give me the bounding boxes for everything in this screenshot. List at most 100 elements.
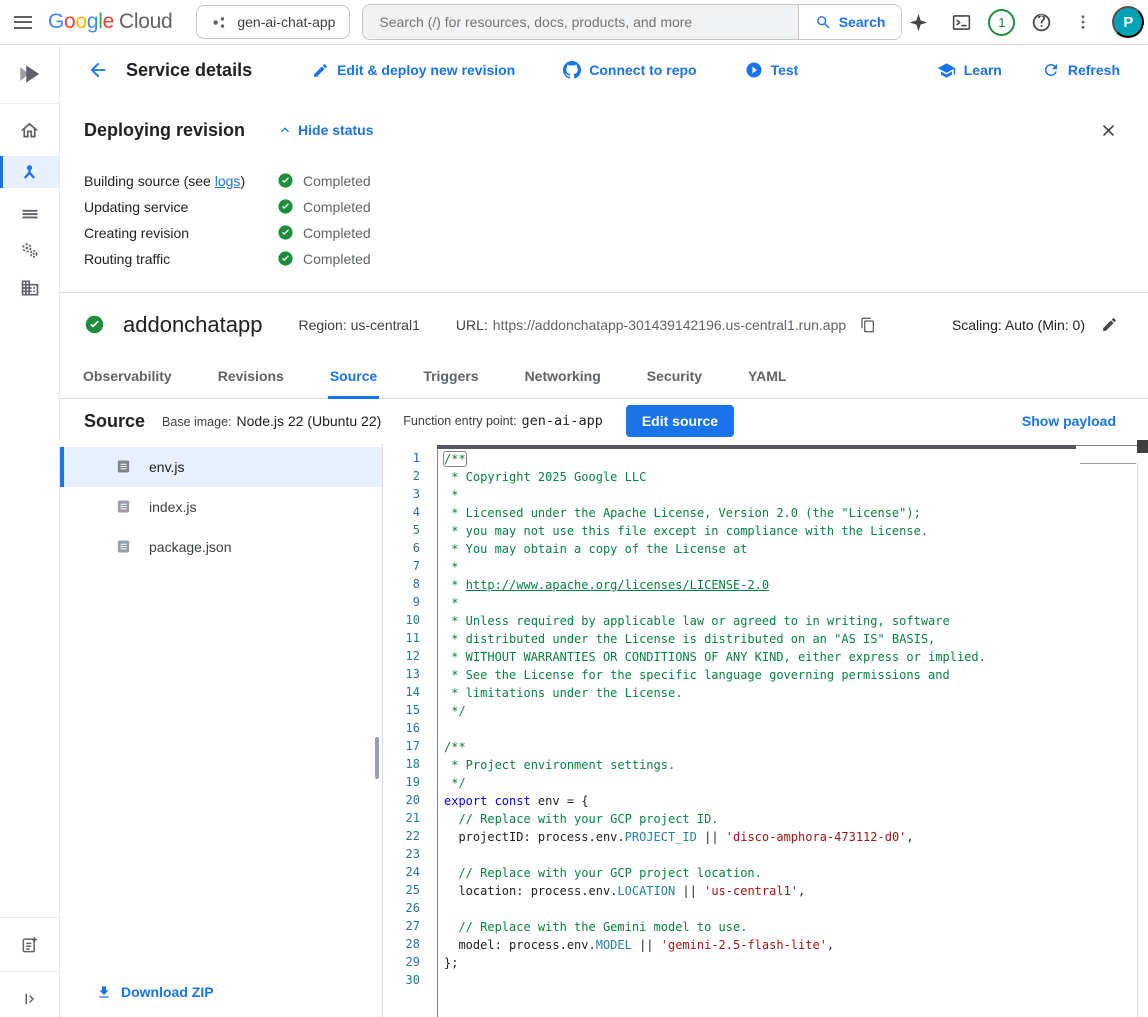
line-number-gutter: 1234567891011121314151617181920212223242… xyxy=(383,444,437,1017)
service-status-check-icon xyxy=(84,314,105,335)
edit-scaling-pencil-icon[interactable] xyxy=(1097,312,1122,337)
check-circle-icon xyxy=(277,250,294,267)
tab-networking[interactable]: Networking xyxy=(523,357,603,399)
notifications-badge[interactable]: 1 xyxy=(988,9,1015,36)
check-circle-icon xyxy=(277,172,294,189)
line-number: 26 xyxy=(383,899,420,917)
search-bar: Search xyxy=(362,4,902,40)
learn-button[interactable]: Learn xyxy=(935,57,1004,84)
collapse-nav-icon[interactable] xyxy=(0,980,59,1017)
header-right-actions: Learn Refresh xyxy=(935,57,1122,84)
sidebar-item-services[interactable] xyxy=(0,156,59,188)
code-line: * xyxy=(444,558,1134,576)
service-url: https://addonchatapp-301439142196.us-cen… xyxy=(493,317,846,333)
search-button[interactable]: Search xyxy=(798,5,902,39)
show-payload-link[interactable]: Show payload xyxy=(1016,412,1122,430)
sidebar-item-organization[interactable] xyxy=(0,269,59,306)
project-selector[interactable]: gen-ai-chat-app xyxy=(196,5,350,39)
project-dots-icon xyxy=(211,14,228,31)
topbar-actions: 1 P xyxy=(902,6,1144,39)
code-line: * Unless required by applicable law or a… xyxy=(444,612,1134,630)
kebab-menu-icon[interactable] xyxy=(1068,7,1098,37)
code-line: * limitations under the License. xyxy=(444,684,1134,702)
code-line: */ xyxy=(444,702,1134,720)
service-name: addonchatapp xyxy=(123,312,262,338)
menu-icon[interactable] xyxy=(8,2,38,42)
tab-triggers[interactable]: Triggers xyxy=(421,357,480,399)
file-item-package-json[interactable]: package.json xyxy=(60,527,382,567)
search-input[interactable] xyxy=(363,5,797,39)
main-content: Service details Edit & deploy new revisi… xyxy=(60,45,1148,1017)
entry-point-group: Function entry point: gen-ai-app xyxy=(403,413,603,429)
line-number: 1 xyxy=(383,449,420,467)
deploy-step: Building source (see logs) Completed xyxy=(84,168,1122,194)
edit-source-button[interactable]: Edit source xyxy=(626,405,734,437)
cloud-shell-icon[interactable] xyxy=(945,6,978,39)
vertical-scrollbar[interactable] xyxy=(1137,440,1148,453)
release-notes-icon[interactable] xyxy=(0,926,59,963)
download-zip-button[interactable]: Download ZIP xyxy=(90,983,220,1001)
line-number: 6 xyxy=(383,539,420,557)
test-button[interactable]: Test xyxy=(743,57,801,83)
code-line xyxy=(444,972,1134,990)
tab-source[interactable]: Source xyxy=(328,357,379,399)
logs-link[interactable]: logs xyxy=(215,173,241,189)
back-arrow-icon[interactable] xyxy=(78,50,118,90)
sidebar-spacer xyxy=(0,306,59,909)
file-item-env-js[interactable]: env.js xyxy=(60,447,382,487)
help-icon[interactable] xyxy=(1025,6,1058,39)
deploy-steps: Building source (see logs) Completed Upd… xyxy=(84,168,1122,272)
file-item-index-js[interactable]: index.js xyxy=(60,487,382,527)
cloud-run-logo-icon xyxy=(0,53,59,95)
tab-observability[interactable]: Observability xyxy=(81,357,174,399)
step-status-text: Completed xyxy=(303,199,371,215)
project-name: gen-ai-chat-app xyxy=(237,14,335,30)
hide-status-toggle[interactable]: Hide status xyxy=(271,121,379,139)
line-number: 22 xyxy=(383,827,420,845)
step-status-text: Completed xyxy=(303,225,371,241)
scaling-text: Scaling: Auto (Min: 0) xyxy=(952,317,1085,333)
sidebar-item-home[interactable] xyxy=(0,112,59,149)
sidebar-divider xyxy=(0,103,59,104)
line-number: 28 xyxy=(383,935,420,953)
code-viewer: 1234567891011121314151617181920212223242… xyxy=(383,444,1148,1017)
code-line: */ xyxy=(444,774,1134,792)
tab-yaml[interactable]: YAML xyxy=(746,357,788,399)
line-number: 24 xyxy=(383,863,420,881)
service-region: Region: us-central1 xyxy=(298,317,419,333)
chevron-up-icon xyxy=(277,122,293,138)
code-line: // Replace with the Gemini model to use. xyxy=(444,918,1134,936)
file-panel: env.js index.js package.json Download ZI… xyxy=(60,444,383,1017)
line-number: 15 xyxy=(383,701,420,719)
edit-deploy-button[interactable]: Edit & deploy new revision xyxy=(310,58,517,83)
line-number: 30 xyxy=(383,971,420,989)
file-panel-scrollbar[interactable] xyxy=(375,737,379,779)
close-icon[interactable] xyxy=(1095,117,1122,144)
tab-revisions[interactable]: Revisions xyxy=(216,357,286,399)
copy-icon[interactable] xyxy=(856,313,880,337)
horizontal-scrollbar[interactable] xyxy=(437,445,1076,449)
line-number: 23 xyxy=(383,845,420,863)
code-line: * xyxy=(444,594,1134,612)
tab-security[interactable]: Security xyxy=(645,357,704,399)
refresh-button[interactable]: Refresh xyxy=(1040,57,1122,83)
connect-repo-button[interactable]: Connect to repo xyxy=(561,57,698,83)
sidebar-item-revisions[interactable] xyxy=(0,195,59,232)
service-header: addonchatapp Region: us-central1 URL: ht… xyxy=(60,293,1148,357)
code-line: * you may not use this file except in co… xyxy=(444,522,1134,540)
line-number: 2 xyxy=(383,467,420,485)
sidebar-item-integrations[interactable] xyxy=(0,232,59,269)
play-circle-icon xyxy=(745,61,763,79)
code-line: * distributed under the License is distr… xyxy=(444,630,1134,648)
gemini-icon[interactable] xyxy=(902,6,935,39)
page-title: Service details xyxy=(126,60,252,81)
code-editor[interactable]: /** * Copyright 2025 Google LLC * * Lice… xyxy=(437,445,1148,1017)
line-number: 21 xyxy=(383,809,420,827)
deploy-step: Updating service Completed xyxy=(84,194,1122,220)
avatar[interactable]: P xyxy=(1112,6,1144,38)
source-section-header: Source Base image: Node.js 22 (Ubuntu 22… xyxy=(60,399,1148,444)
deploy-status-panel: Deploying revision Hide status Building … xyxy=(60,95,1148,293)
search-icon xyxy=(815,14,832,31)
line-number: 17 xyxy=(383,737,420,755)
vertical-scrollbar-track[interactable] xyxy=(1137,463,1148,1017)
